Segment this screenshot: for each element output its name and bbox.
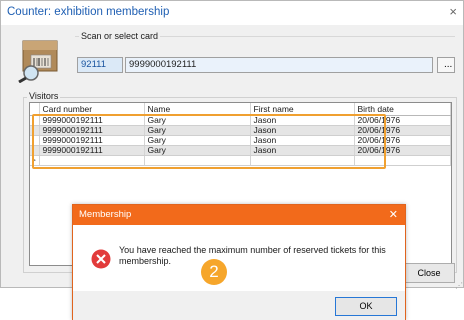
new-row-marker-icon: ▸: [30, 155, 40, 166]
error-icon: [91, 249, 111, 269]
table-row[interactable]: 9999000192111 Gary Jason 20/06/1976: [30, 145, 451, 156]
cell-name[interactable]: Gary: [144, 115, 251, 126]
dialog-close-icon[interactable]: ✕: [389, 208, 398, 221]
dialog-footer: OK: [73, 291, 405, 320]
column-header-name[interactable]: Name: [144, 103, 251, 116]
table-row[interactable]: 9999000192111 Gary Jason 20/06/1976: [30, 125, 451, 136]
cell-first-name[interactable]: Jason: [250, 125, 355, 136]
table-row[interactable]: 9999000192111 Gary Jason 20/06/1976: [30, 135, 451, 146]
row-header[interactable]: [30, 145, 40, 156]
window-title: Counter: exhibition membership: [7, 6, 170, 18]
visitors-group-label: Visitors: [27, 91, 61, 101]
row-header[interactable]: [30, 135, 40, 146]
dialog-message: You have reached the maximum number of r…: [119, 245, 386, 266]
new-row-cell[interactable]: [354, 155, 451, 166]
row-header[interactable]: [30, 125, 40, 136]
resize-grip-icon[interactable]: ⋰: [455, 281, 463, 290]
cell-card-number[interactable]: 9999000192111: [39, 145, 145, 156]
cell-name[interactable]: Gary: [144, 145, 251, 156]
cell-first-name[interactable]: Jason: [250, 135, 355, 146]
cell-birth-date[interactable]: 20/06/1976: [354, 125, 451, 136]
membership-dialog: Membership ✕ You have reached the maximu…: [72, 204, 406, 320]
row-header-corner: [30, 103, 40, 116]
new-row[interactable]: ▸: [30, 155, 451, 166]
cell-first-name[interactable]: Jason: [250, 115, 355, 126]
dialog-title-bar: Membership ✕: [73, 205, 405, 225]
column-header-first-name[interactable]: First name: [250, 103, 355, 116]
cell-name[interactable]: Gary: [144, 135, 251, 146]
card-group-label: Scan or select card: [79, 31, 161, 41]
cell-card-number[interactable]: 9999000192111: [39, 125, 145, 136]
grid-header-row: Card number Name First name Birth date: [30, 103, 451, 116]
cell-birth-date[interactable]: 20/06/1976: [354, 145, 451, 156]
cell-first-name[interactable]: Jason: [250, 145, 355, 156]
new-row-cell[interactable]: [250, 155, 355, 166]
card-prefix-field[interactable]: 92111: [77, 57, 123, 73]
row-header[interactable]: [30, 115, 40, 126]
card-scanner-icon: [18, 40, 58, 83]
dialog-title: Membership: [79, 209, 132, 220]
table-row[interactable]: 9999000192111 Gary Jason 20/06/1976: [30, 115, 451, 126]
window-close-icon[interactable]: ×: [449, 4, 457, 19]
step-number-badge: 2: [201, 259, 227, 285]
title-bar: Counter: exhibition membership ×: [1, 1, 463, 25]
new-row-cell[interactable]: [144, 155, 251, 166]
new-row-cell[interactable]: [39, 155, 145, 166]
cell-birth-date[interactable]: 20/06/1976: [354, 115, 451, 126]
column-header-card-number[interactable]: Card number: [39, 103, 145, 116]
cell-card-number[interactable]: 9999000192111: [39, 135, 145, 146]
cell-birth-date[interactable]: 20/06/1976: [354, 135, 451, 146]
close-button[interactable]: Close: [403, 263, 455, 283]
column-header-birth-date[interactable]: Birth date: [354, 103, 451, 116]
cell-card-number[interactable]: 9999000192111: [39, 115, 145, 126]
card-number-field[interactable]: 9999000192111: [125, 57, 433, 73]
ok-button[interactable]: OK: [335, 297, 397, 316]
browse-card-button[interactable]: ...: [437, 57, 455, 73]
cell-name[interactable]: Gary: [144, 125, 251, 136]
